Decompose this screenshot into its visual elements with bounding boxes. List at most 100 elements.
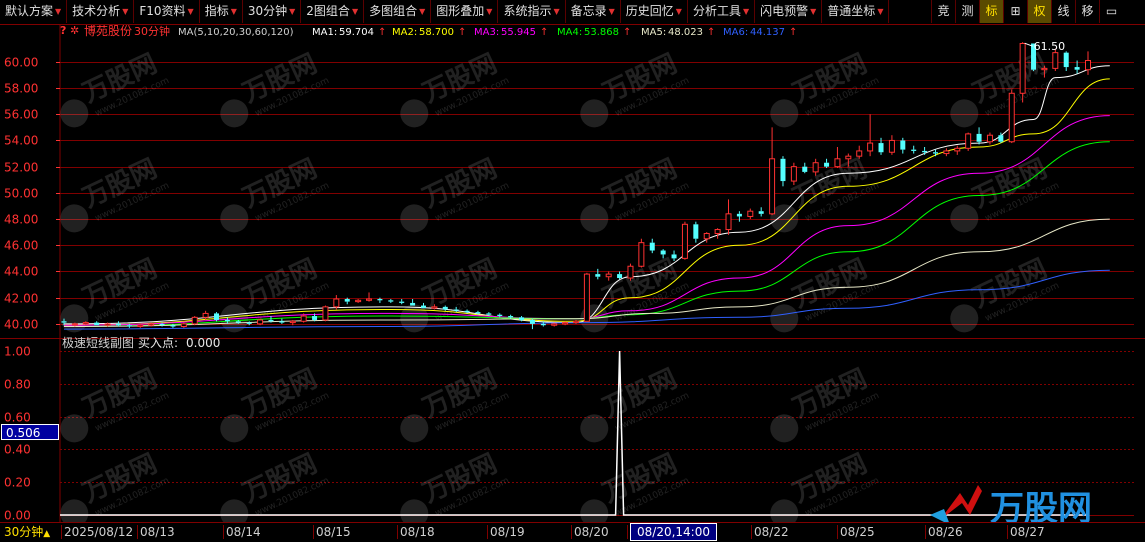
watermark-mark: 万股网www.201082.com bbox=[220, 364, 331, 443]
candle-body bbox=[1063, 52, 1069, 68]
candle bbox=[802, 162, 808, 174]
period-label: 30分钟 bbox=[134, 25, 170, 38]
candle-body bbox=[246, 322, 252, 324]
candle-body bbox=[104, 323, 111, 326]
toolbar-item-4[interactable]: 30分钟 ▼ bbox=[243, 0, 302, 23]
toolbar-right-button-1[interactable]: 测 bbox=[955, 0, 979, 23]
chevron-down-icon: ▼ bbox=[553, 7, 560, 16]
watermark-mark: 万股网www.201082.com bbox=[770, 449, 881, 522]
toolbar-item-9[interactable]: 备忘录 ▼ bbox=[566, 0, 621, 23]
candle-body bbox=[780, 158, 786, 182]
candle bbox=[888, 135, 895, 155]
ma-legend-arrow: ↑ bbox=[458, 27, 466, 38]
candle-body bbox=[126, 325, 132, 327]
main-y-tick-label: 50.00 bbox=[4, 187, 38, 201]
candle bbox=[703, 232, 710, 243]
candle-body bbox=[1008, 92, 1015, 143]
candle-body bbox=[82, 322, 89, 325]
candle bbox=[529, 318, 535, 330]
toolbar-item-10[interactable]: 历史回忆 ▼ bbox=[621, 0, 688, 23]
candle bbox=[780, 156, 786, 187]
toolbar-item-12[interactable]: 闪电预警 ▼ bbox=[755, 0, 823, 23]
candle-body bbox=[900, 140, 906, 150]
candle-body bbox=[235, 321, 241, 323]
toolbar-right-button-3[interactable]: ⊞ bbox=[1003, 0, 1027, 23]
candle-body bbox=[486, 313, 492, 315]
toolbar-right-button-2[interactable]: 标 bbox=[979, 0, 1003, 23]
candle bbox=[605, 271, 612, 281]
candle-body bbox=[224, 319, 230, 322]
candle-body bbox=[202, 312, 209, 318]
candle bbox=[399, 299, 405, 305]
toolbar-item-7[interactable]: 图形叠加 ▼ bbox=[431, 0, 499, 23]
watermark-mark: 万股网www.201082.com bbox=[580, 364, 691, 443]
x-axis-date-label: 08/15 bbox=[316, 525, 351, 539]
candle bbox=[355, 299, 362, 303]
toolbar-item-6[interactable]: 多图组合 ▼ bbox=[364, 0, 432, 23]
ma-legend-arrow: ↑ bbox=[707, 27, 715, 38]
candle-body bbox=[649, 242, 655, 251]
toolbar-item-label: 多图组合 bbox=[369, 4, 418, 18]
toolbar-item-label: F10资料 bbox=[139, 4, 186, 18]
candle bbox=[191, 316, 198, 326]
candle bbox=[932, 149, 938, 157]
candle-body bbox=[595, 274, 601, 277]
candle-body bbox=[279, 321, 285, 323]
toolbar-right-button-6[interactable]: 移 bbox=[1075, 0, 1099, 23]
candle-body bbox=[845, 155, 852, 160]
candle-body bbox=[562, 322, 569, 325]
candle-body bbox=[693, 224, 699, 239]
toolbar-item-11[interactable]: 分析工具 ▼ bbox=[688, 0, 756, 23]
candle-body bbox=[377, 299, 383, 301]
date-separator bbox=[627, 525, 628, 539]
candle bbox=[681, 221, 688, 260]
watermark-layer: 万股网www.201082.com 万股网www.201082.com 万股网www… bbox=[60, 49, 1061, 522]
toolbar-item-0[interactable]: 默认方案 ▼ bbox=[0, 0, 68, 23]
ma-legend-value: 58.700 bbox=[419, 27, 454, 38]
candle-body bbox=[410, 302, 416, 306]
chevron-down-icon: ▼ bbox=[810, 7, 817, 16]
ma-legend-label: MA4: bbox=[557, 27, 582, 38]
toolbar-item-8[interactable]: 系统指示 ▼ bbox=[498, 0, 566, 23]
toolbar-right-button-5[interactable]: 线 bbox=[1051, 0, 1075, 23]
date-separator bbox=[925, 525, 926, 539]
candle-body bbox=[170, 325, 176, 327]
toolbar-right-button-0[interactable]: 竞 bbox=[931, 0, 955, 23]
toolbar-item-5[interactable]: 2图组合 ▼ bbox=[301, 0, 365, 23]
candle-body bbox=[573, 320, 579, 324]
toolbar-right-button-4[interactable]: 权 bbox=[1027, 0, 1051, 23]
period-label[interactable]: 30分钟▲ bbox=[4, 524, 50, 540]
toolbar-item-label: 图形叠加 bbox=[436, 4, 485, 18]
candle bbox=[366, 292, 373, 302]
sub-y-tick-label: 0.20 bbox=[4, 476, 31, 490]
toolbar-item-3[interactable]: 指标 ▼ bbox=[200, 0, 243, 23]
watermark-mark: 万股网www.201082.com bbox=[220, 449, 331, 522]
toolbar-item-13[interactable]: 普通坐标 ▼ bbox=[822, 0, 890, 23]
candle bbox=[714, 228, 721, 239]
candle-body bbox=[497, 314, 503, 317]
candle bbox=[1085, 51, 1091, 75]
toolbar-item-2[interactable]: F10资料 ▼ bbox=[134, 0, 200, 23]
candle bbox=[986, 132, 993, 145]
x-axis-date-label: 08/22 bbox=[754, 525, 789, 539]
toolbar-item-1[interactable]: 技术分析 ▼ bbox=[67, 0, 135, 23]
chevron-down-icon: ▼ bbox=[230, 7, 237, 16]
chart-area: 40.00 42.00 44.00 46.00 48.00 50.00 52.00 54.00… bbox=[0, 25, 1145, 522]
date-separator bbox=[837, 525, 838, 539]
candle-body bbox=[180, 323, 187, 328]
chevron-down-icon: ▼ bbox=[486, 7, 493, 16]
watermark-mark: 万股网www.201082.com bbox=[400, 49, 511, 128]
candle-body bbox=[366, 298, 373, 301]
ma-legend-label: MA3: bbox=[474, 27, 499, 38]
watermark-mark: 万股网www.201082.com bbox=[60, 364, 171, 443]
candle-body bbox=[191, 316, 198, 325]
x-axis-date-label: 2025/08/12 bbox=[64, 525, 134, 539]
candle-body bbox=[344, 299, 350, 302]
candle-body bbox=[148, 323, 155, 326]
date-separator bbox=[61, 525, 62, 539]
candle bbox=[725, 199, 732, 235]
watermark-mark: 万股网www.201082.com bbox=[60, 154, 171, 233]
high-price-label: 61.50 bbox=[1034, 40, 1066, 53]
candle bbox=[279, 318, 285, 324]
toolbar-right-button-7[interactable]: ▭ bbox=[1099, 0, 1123, 23]
